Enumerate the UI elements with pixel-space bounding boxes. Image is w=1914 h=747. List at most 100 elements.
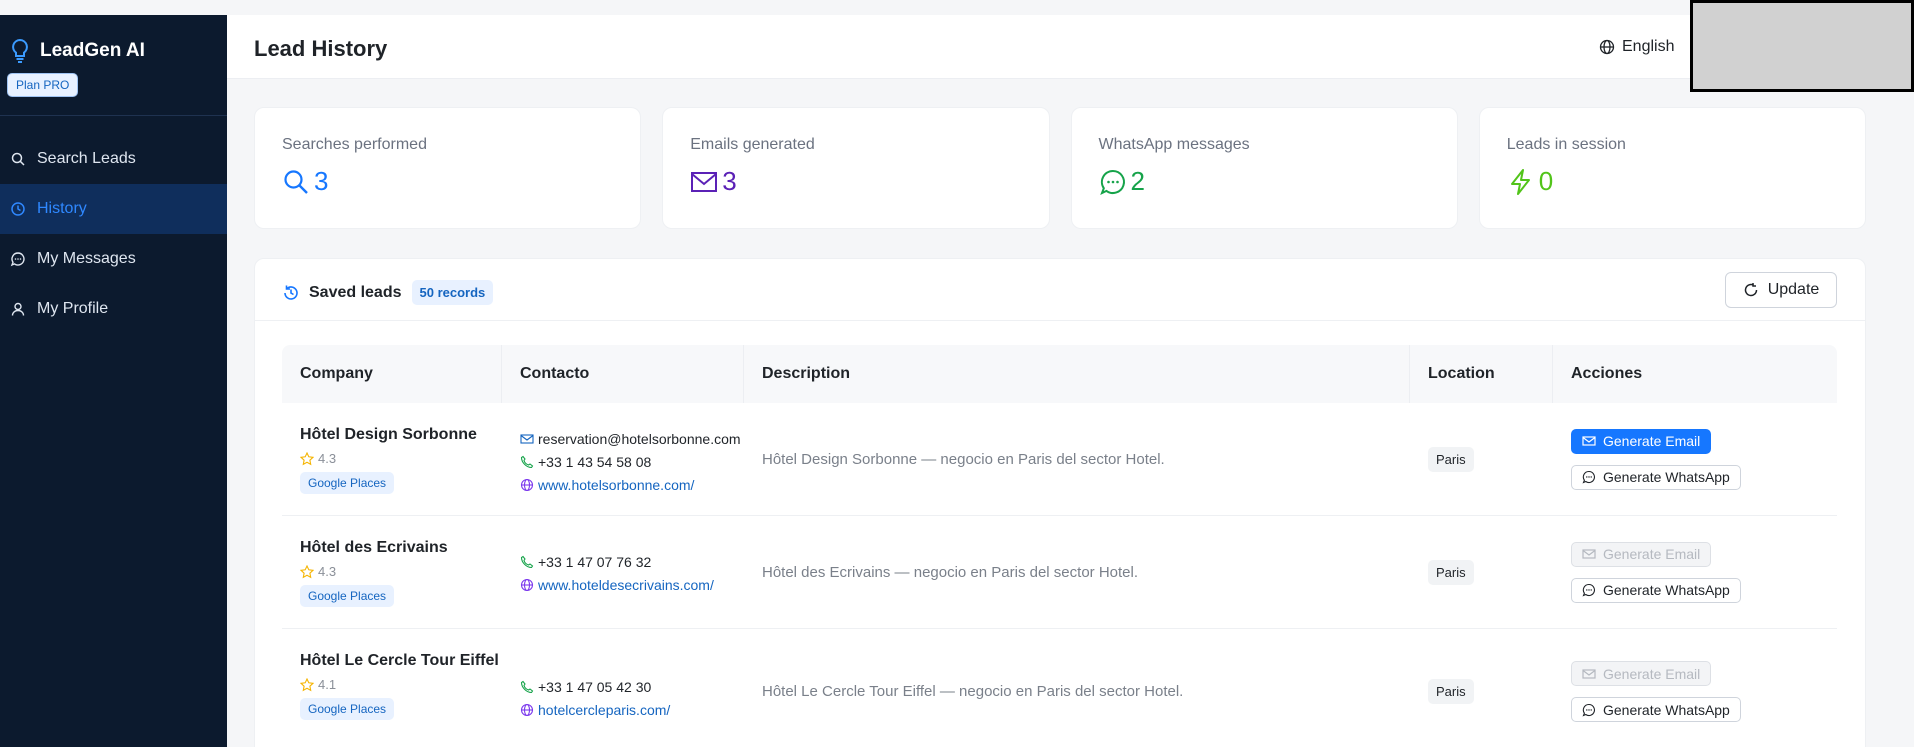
source-badge: Google Places (300, 585, 395, 607)
language-label: English (1622, 38, 1675, 55)
stat-card-searches: Searches performed 3 (254, 107, 642, 229)
globe-icon (520, 478, 534, 492)
sidebar: LeadGen AI Plan PRO Search Leads History… (0, 15, 227, 747)
contact-cell: +33 1 47 07 76 32 www.hoteldesecrivains.… (502, 516, 744, 628)
actions-cell: Generate Email Generate WhatsApp (1553, 629, 1837, 747)
plan-badge: Plan PRO (7, 73, 79, 97)
stat-label: Leads in session (1506, 136, 1626, 153)
table-header: Company Contacto Description Location Ac… (282, 345, 1837, 403)
phone-icon (520, 455, 534, 469)
table-row: Hôtel Design Sorbonne 4.3 Google Places … (282, 403, 1837, 516)
stat-label: Searches performed (282, 136, 427, 153)
generate-email-button[interactable]: Generate Email (1571, 428, 1712, 454)
globe-icon (520, 578, 534, 592)
company-cell: Hôtel Le Cercle Tour Eiffel 4.1 Google P… (282, 629, 502, 747)
location-badge: Paris (1428, 446, 1474, 472)
website-link: hotelcercleparis.com/ (538, 701, 671, 718)
user-icon (10, 301, 26, 317)
description-cell: Hôtel Le Cercle Tour Eiffel — negocio en… (762, 683, 1184, 700)
phone-text: +33 1 47 05 42 30 (538, 678, 652, 695)
chat-bubble-icon (10, 251, 26, 267)
generate-whatsapp-button[interactable]: Generate WhatsApp (1571, 577, 1741, 603)
panel-header: Saved leads 50 records Update (255, 259, 1865, 321)
sidebar-item-search-leads[interactable]: Search Leads (0, 134, 227, 184)
table-row: Hôtel Le Cercle Tour Eiffel 4.1 Google P… (282, 629, 1837, 747)
column-header-actions: Acciones (1571, 365, 1643, 382)
star-icon (300, 564, 314, 579)
update-button[interactable]: Update (1725, 272, 1837, 308)
chat-bubble-icon (1582, 703, 1596, 717)
website-link: www.hoteldesecrivains.com/ (538, 576, 714, 593)
contact-website[interactable]: www.hoteldesecrivains.com/ (520, 573, 744, 596)
rating-value: 4.3 (318, 564, 337, 579)
rating: 4.1 (300, 677, 502, 692)
company-name: Hôtel Le Cercle Tour Eiffel (300, 652, 499, 669)
button-label: Generate WhatsApp (1603, 701, 1730, 718)
contact-website[interactable]: www.hotelsorbonne.com/ (520, 473, 744, 496)
star-icon (300, 451, 314, 466)
company-name: Hôtel des Ecrivains (300, 539, 448, 556)
phone-text: +33 1 47 07 76 32 (538, 553, 652, 570)
rating-value: 4.1 (318, 677, 337, 692)
location-cell: Paris (1410, 403, 1553, 515)
button-label: Generate Email (1603, 665, 1701, 682)
contact-phone[interactable]: +33 1 43 54 58 08 (520, 450, 744, 473)
stat-card-leads: Leads in session 0 (1478, 107, 1866, 229)
rating-value: 4.3 (318, 451, 337, 466)
location-cell: Paris (1410, 629, 1553, 747)
sidebar-item-label: Search Leads (37, 150, 136, 167)
records-badge: 50 records (411, 280, 494, 305)
description-cell: Hôtel des Ecrivains — negocio en Paris d… (762, 563, 1139, 581)
chat-bubble-icon (1582, 583, 1596, 597)
sidebar-item-history[interactable]: History (0, 184, 227, 234)
lightning-icon (1507, 168, 1535, 196)
source-badge: Google Places (300, 698, 395, 720)
contact-phone[interactable]: +33 1 47 07 76 32 (520, 550, 744, 573)
user-avatar[interactable] (1690, 0, 1914, 92)
actions-cell: Generate Email Generate WhatsApp (1553, 403, 1837, 515)
contact-phone[interactable]: +33 1 47 05 42 30 (520, 675, 744, 698)
globe-icon (520, 703, 534, 717)
sidebar-item-label: My Messages (37, 250, 136, 267)
app-name: LeadGen AI (40, 40, 145, 61)
panel-title: Saved leads 50 records (282, 280, 494, 305)
mail-icon (520, 432, 534, 446)
contact-cell: reservation@hotelsorbonne.com +33 1 43 5… (502, 403, 744, 515)
language-selector[interactable]: English (1599, 38, 1674, 56)
sidebar-divider (0, 115, 227, 116)
stat-value: 2 (1130, 166, 1145, 196)
contact-website[interactable]: hotelcercleparis.com/ (520, 698, 744, 721)
stat-value: 0 (1538, 166, 1554, 196)
location-badge: Paris (1428, 679, 1474, 704)
generate-email-button[interactable]: Generate Email (1571, 541, 1712, 567)
generate-whatsapp-button[interactable]: Generate WhatsApp (1571, 697, 1741, 722)
sidebar-item-my-messages[interactable]: My Messages (0, 234, 227, 284)
lightbulb-icon (10, 38, 30, 64)
stat-card-emails: Emails generated 3 (662, 107, 1050, 229)
chat-bubble-icon (1099, 168, 1127, 196)
globe-icon (1599, 39, 1615, 55)
search-icon (10, 151, 26, 167)
mail-icon (1582, 434, 1596, 448)
button-label: Generate WhatsApp (1603, 469, 1730, 485)
sidebar-item-my-profile[interactable]: My Profile (0, 284, 227, 334)
clock-icon (10, 201, 26, 217)
email-text: reservation@hotelsorbonne.com (538, 430, 741, 447)
button-label: Generate Email (1603, 433, 1701, 449)
update-label: Update (1767, 281, 1820, 298)
phone-icon (520, 555, 534, 569)
contact-cell: +33 1 47 05 42 30 hotelcercleparis.com/ (502, 629, 744, 747)
contact-email[interactable]: reservation@hotelsorbonne.com (520, 427, 744, 450)
column-header-description: Description (744, 345, 1410, 403)
rating: 4.3 (300, 451, 502, 466)
star-icon (300, 677, 314, 692)
sidebar-item-label: History (37, 200, 87, 217)
generate-whatsapp-button[interactable]: Generate WhatsApp (1571, 464, 1741, 490)
stat-value-row: 2 (1099, 166, 1430, 197)
search-icon (282, 168, 310, 196)
company-cell: Hôtel des Ecrivains 4.3 Google Places (282, 516, 502, 628)
stat-value-row: 3 (282, 166, 613, 197)
chat-bubble-icon (1582, 470, 1596, 484)
generate-email-button[interactable]: Generate Email (1571, 661, 1712, 686)
column-header-company: Company (282, 345, 502, 403)
